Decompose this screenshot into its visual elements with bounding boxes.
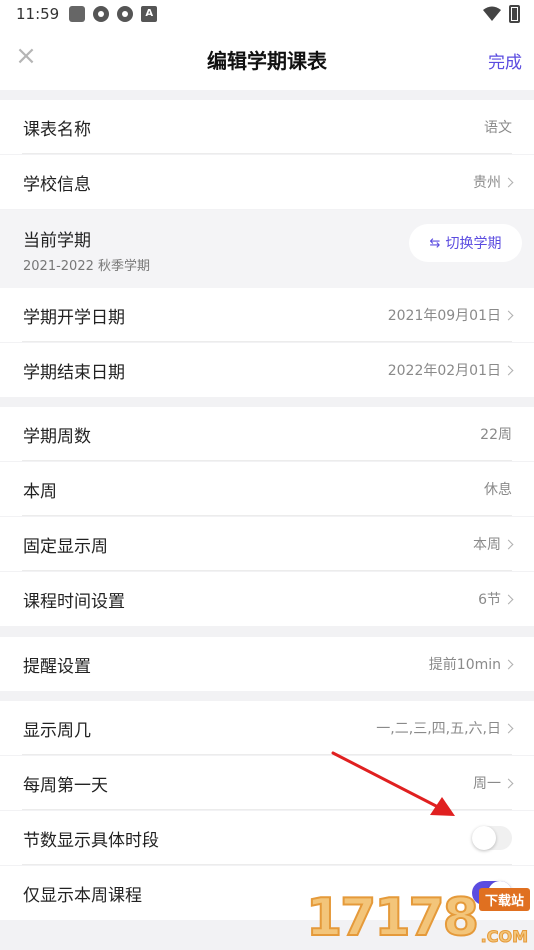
row-value: 6节 bbox=[478, 592, 501, 608]
row-value: 22周 bbox=[480, 427, 512, 443]
course-name-row[interactable]: 课表名称 语文 bbox=[0, 100, 534, 154]
this-week-row[interactable]: 本周 休息 bbox=[0, 462, 534, 516]
first-day-row[interactable]: 每周第一天 周一 bbox=[0, 756, 534, 810]
swap-icon: ⇆ bbox=[429, 235, 441, 251]
row-value: 休息 bbox=[484, 482, 512, 498]
watermark-number: 17178 bbox=[305, 887, 480, 949]
row-value: 周一 bbox=[473, 776, 501, 792]
battery-icon bbox=[509, 5, 520, 23]
watermark-logo: 17178 下载站 .COM bbox=[305, 887, 534, 950]
status-bar: 11:59 A bbox=[0, 0, 534, 28]
class-time-row[interactable]: 课程时间设置 6节 bbox=[0, 572, 534, 626]
chevron-right-icon bbox=[503, 594, 514, 605]
reminder-row[interactable]: 提醒设置 提前10min bbox=[0, 637, 534, 691]
school-row[interactable]: 学校信息 贵州 bbox=[0, 155, 534, 209]
chevron-right-icon bbox=[503, 365, 514, 376]
start-date-row[interactable]: 学期开学日期 2021年09月01日 bbox=[0, 288, 534, 342]
row-value: 本周 bbox=[473, 537, 501, 553]
font-a-icon: A bbox=[141, 6, 158, 22]
row-label: 节数显示具体时段 bbox=[23, 830, 159, 851]
chevron-right-icon bbox=[503, 659, 514, 670]
app-notification-icon bbox=[69, 6, 86, 22]
show-period-toggle[interactable] bbox=[472, 826, 512, 850]
switch-term-label: 切换学期 bbox=[445, 236, 502, 252]
row-label: 学期开学日期 bbox=[23, 307, 125, 328]
end-date-row[interactable]: 学期结束日期 2022年02月01日 bbox=[0, 343, 534, 397]
row-value: 2021年09月01日 bbox=[387, 308, 501, 324]
chevron-right-icon bbox=[503, 177, 514, 188]
row-label: 学校信息 bbox=[23, 174, 91, 195]
watermark-badge: 下载站 bbox=[478, 888, 530, 911]
switch-term-button[interactable]: ⇆ 切换学期 bbox=[409, 224, 522, 262]
fixed-week-row[interactable]: 固定显示周 本周 bbox=[0, 517, 534, 571]
wifi-icon bbox=[483, 6, 501, 21]
row-value: 语文 bbox=[484, 120, 512, 136]
row-value: 提前10min bbox=[428, 657, 501, 673]
chevron-right-icon bbox=[503, 778, 514, 789]
row-label: 学期结束日期 bbox=[23, 362, 125, 383]
chevron-right-icon bbox=[503, 310, 514, 321]
row-label: 每周第一天 bbox=[23, 775, 108, 796]
row-label: 学期周数 bbox=[23, 426, 91, 447]
gear-icon bbox=[117, 6, 134, 22]
row-value: 2022年02月01日 bbox=[387, 363, 501, 379]
row-label: 课程时间设置 bbox=[23, 591, 125, 612]
row-value: 贵州 bbox=[473, 175, 501, 191]
watermark-suffix: .COM bbox=[480, 927, 528, 947]
row-label: 课表名称 bbox=[23, 119, 91, 140]
weeks-row[interactable]: 学期周数 22周 bbox=[0, 407, 534, 461]
done-button[interactable]: 完成 bbox=[488, 48, 522, 73]
status-time: 11:59 bbox=[16, 5, 60, 23]
current-term-section: 当前学期 2021-2022 秋季学期 ⇆ 切换学期 bbox=[0, 210, 534, 288]
row-label: 显示周几 bbox=[23, 720, 91, 741]
toggle-knob bbox=[472, 826, 496, 850]
page-title: 编辑学期课表 bbox=[207, 49, 327, 73]
row-label: 提醒设置 bbox=[23, 656, 91, 677]
chevron-right-icon bbox=[503, 539, 514, 550]
chevron-right-icon bbox=[503, 723, 514, 734]
show-period-row: 节数显示具体时段 bbox=[0, 811, 534, 865]
row-value: 一,二,三,四,五,六,日 bbox=[376, 721, 501, 737]
row-label: 本周 bbox=[23, 481, 57, 502]
row-label: 固定显示周 bbox=[23, 536, 108, 557]
weekdays-row[interactable]: 显示周几 一,二,三,四,五,六,日 bbox=[0, 701, 534, 755]
gear-icon bbox=[93, 6, 110, 22]
nav-bar: × 编辑学期课表 完成 bbox=[0, 28, 534, 90]
